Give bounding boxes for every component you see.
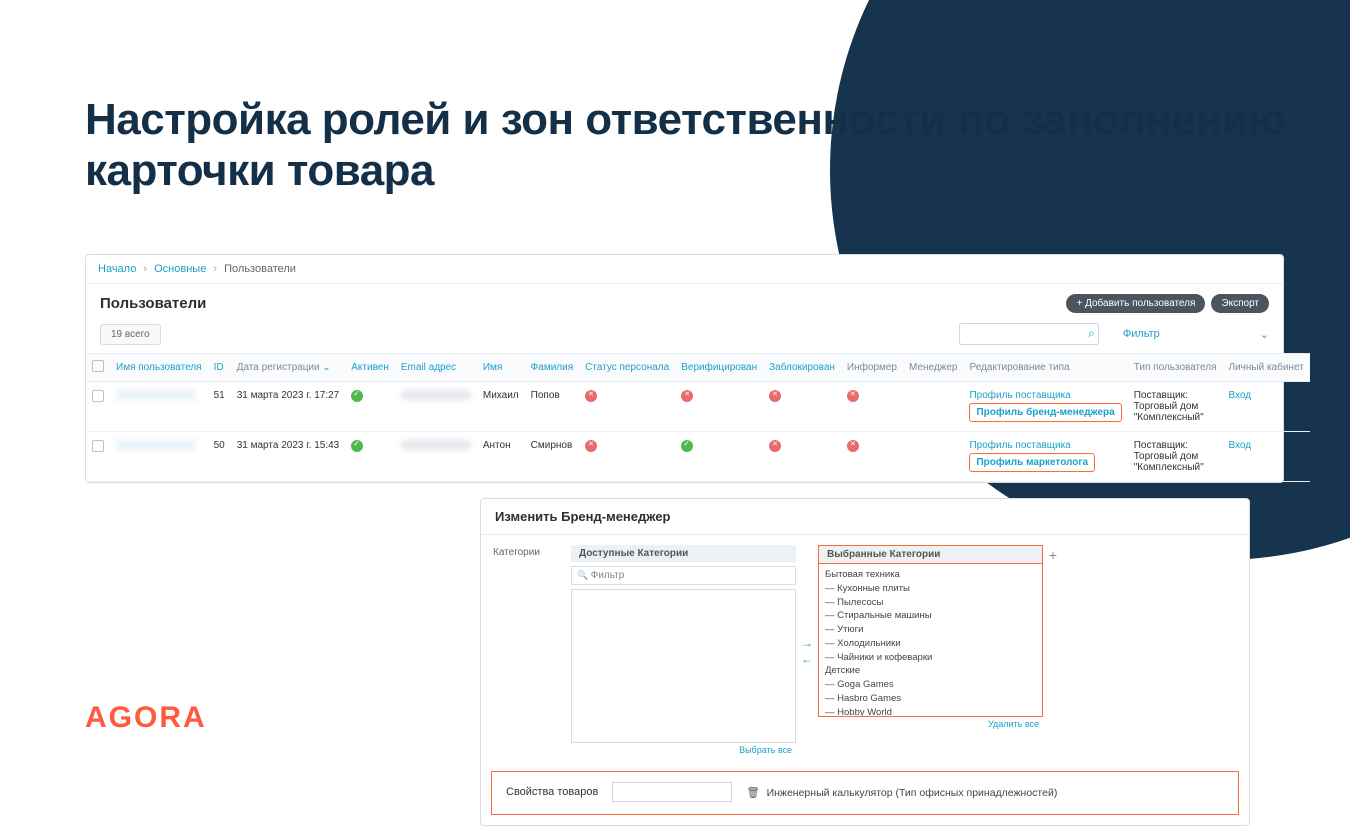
cross-icon	[847, 440, 859, 452]
cross-icon	[769, 390, 781, 402]
col-active[interactable]: Активен	[345, 354, 395, 382]
editor-heading: Изменить Бренд-менеджер	[481, 499, 1249, 535]
col-regdate[interactable]: Дата регистрации ⌄	[231, 354, 346, 382]
slide-title: Настройка ролей и зон ответственности по…	[85, 95, 1350, 196]
export-button[interactable]: Экспорт	[1211, 294, 1269, 313]
plus-icon[interactable]: +	[1043, 545, 1063, 757]
check-icon	[351, 440, 363, 452]
properties-label: Свойства товаров	[506, 786, 598, 798]
col-verified[interactable]: Верифицирован	[675, 354, 763, 382]
cross-icon	[585, 440, 597, 452]
property-tag: 🗑 Инженерный калькулятор (Тип офисных пр…	[746, 786, 1057, 799]
panel-heading: Пользователи	[100, 295, 206, 312]
table-row: 50 31 марта 2023 г. 15:43 Антон Смирнов …	[86, 432, 1310, 482]
product-properties-row: Свойства товаров 🗑 Инженерный калькулято…	[491, 771, 1239, 815]
category-editor-panel: Изменить Бренд-менеджер Категории Доступ…	[480, 498, 1250, 826]
profile-link[interactable]: Профиль поставщика	[969, 440, 1121, 451]
col-usertype: Тип пользователя	[1128, 354, 1223, 382]
chevron-down-icon[interactable]: ⌄	[1260, 328, 1269, 341]
arrow-right-icon[interactable]: →	[801, 636, 813, 650]
category-filter-input[interactable]: Фильтр	[571, 566, 796, 585]
col-edittype: Редактирование типа	[963, 354, 1127, 382]
col-manager: Менеджер	[903, 354, 964, 382]
select-all-checkbox[interactable]	[92, 360, 104, 372]
brand-logo: AGORA	[85, 701, 207, 735]
properties-input[interactable]	[612, 782, 732, 802]
available-list[interactable]	[571, 589, 796, 743]
arrow-left-icon[interactable]: ←	[801, 652, 813, 666]
categories-label: Категории	[493, 545, 571, 757]
cross-icon	[847, 390, 859, 402]
breadcrumb: Начало › Основные › Пользователи	[86, 255, 1283, 284]
filter-link[interactable]: Фильтр	[1123, 328, 1160, 340]
col-informer: Информер	[841, 354, 903, 382]
cross-icon	[769, 440, 781, 452]
check-icon	[351, 390, 363, 402]
profile-highlight[interactable]: Профиль бренд-менеджера	[969, 403, 1121, 422]
count-badge: 19 всего	[100, 324, 161, 345]
cross-icon	[585, 390, 597, 402]
remove-all-link[interactable]: Удалить все	[818, 717, 1043, 731]
col-cabinet: Личный кабинет	[1223, 354, 1310, 382]
email-blurred	[401, 390, 471, 400]
available-header: Доступные Категории	[571, 545, 796, 562]
username-blurred[interactable]	[116, 390, 196, 400]
col-email[interactable]: Email адрес	[395, 354, 477, 382]
users-panel: Начало › Основные › Пользователи Пользов…	[85, 254, 1284, 483]
search-icon[interactable]: ⌕	[1088, 326, 1095, 341]
search-wrap: ⌕	[959, 323, 1099, 345]
col-id[interactable]: ID	[208, 354, 231, 382]
breadcrumb-current: Пользователи	[224, 263, 296, 275]
col-fname[interactable]: Имя	[477, 354, 525, 382]
add-user-button[interactable]: Добавить пользователя	[1066, 294, 1205, 313]
users-table: Имя пользователя ID Дата регистрации ⌄ А…	[86, 353, 1310, 482]
trash-icon[interactable]: 🗑	[746, 787, 759, 799]
col-lname[interactable]: Фамилия	[525, 354, 579, 382]
col-blocked[interactable]: Заблокирован	[763, 354, 841, 382]
check-icon	[681, 440, 693, 452]
col-staff[interactable]: Статус персонала	[579, 354, 675, 382]
email-blurred	[401, 440, 471, 450]
select-all-link[interactable]: Выбрать все	[571, 743, 796, 757]
search-input[interactable]	[959, 323, 1099, 345]
selected-list[interactable]: Бытовая техника— Кухонные плиты— Пылесос…	[818, 563, 1043, 717]
profile-highlight[interactable]: Профиль маркетолога	[969, 453, 1095, 472]
row-checkbox[interactable]	[92, 440, 104, 452]
col-username[interactable]: Имя пользователя	[110, 354, 208, 382]
enter-link[interactable]: Вход	[1229, 440, 1252, 451]
breadcrumb-home[interactable]: Начало	[98, 263, 136, 275]
table-row: 51 31 марта 2023 г. 17:27 Михаил Попов П…	[86, 382, 1310, 432]
enter-link[interactable]: Вход	[1229, 390, 1252, 401]
cross-icon	[681, 390, 693, 402]
selected-header: Выбранные Категории	[818, 545, 1043, 563]
row-checkbox[interactable]	[92, 390, 104, 402]
profile-link[interactable]: Профиль поставщика	[969, 390, 1121, 401]
username-blurred[interactable]	[116, 440, 196, 450]
breadcrumb-section[interactable]: Основные	[154, 263, 206, 275]
